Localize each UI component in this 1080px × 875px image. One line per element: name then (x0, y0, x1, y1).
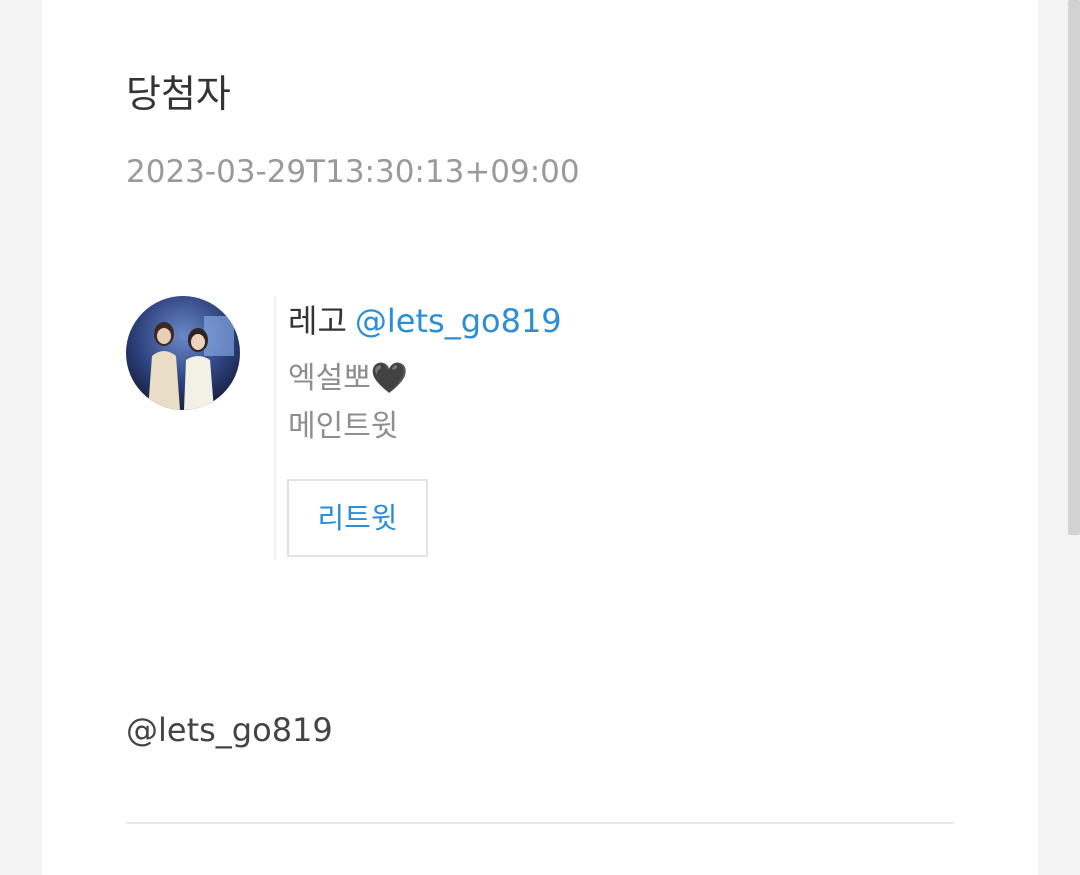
tweet-text-line-1: 엑설뽀🖤 (288, 361, 409, 396)
tweet-text-line-2: 메인트윗 (288, 409, 399, 444)
author-name: 레고 (288, 302, 347, 340)
page-title: 당첨자 (126, 72, 231, 116)
scrollbar[interactable] (1068, 0, 1080, 875)
mention-text[interactable]: @lets_go819 (126, 708, 333, 752)
tweet-author: 레고 @lets_go819 (288, 300, 562, 342)
retweet-button[interactable]: 리트윗 (287, 479, 428, 557)
scrollbar-thumb[interactable] (1068, 0, 1080, 535)
post-timestamp: 2023-03-29T13:30:13+09:00 (126, 154, 580, 190)
embedded-tweet: 레고 @lets_go819 엑설뽀🖤 메인트윗 리트윗 (274, 296, 874, 560)
divider (126, 822, 954, 824)
post-card: 당첨자 2023-03-29T13:30:13+09:00 레고 @lets_g… (42, 0, 1038, 875)
author-handle-link[interactable]: @lets_go819 (355, 302, 562, 340)
avatar-image (126, 296, 240, 410)
avatar[interactable] (126, 296, 240, 410)
